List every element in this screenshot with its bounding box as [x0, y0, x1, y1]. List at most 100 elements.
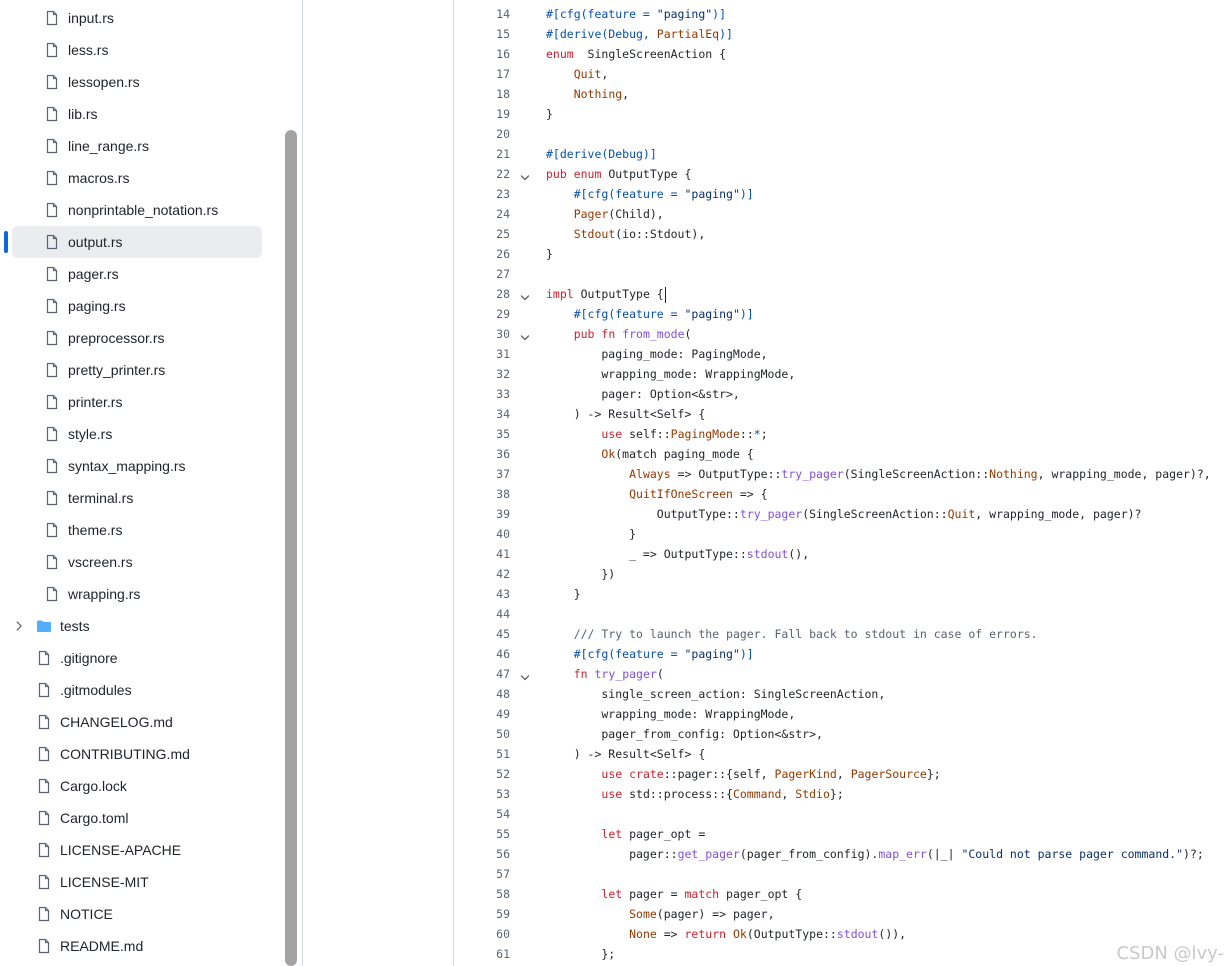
tree-file-input.rs[interactable]: input.rs — [0, 2, 280, 34]
tree-file-Cargo.toml[interactable]: Cargo.toml — [0, 802, 280, 834]
fold-chevron-down-icon[interactable] — [520, 669, 530, 681]
tree-file-pretty_printer.rs[interactable]: pretty_printer.rs — [0, 354, 280, 386]
tree-file-CONTRIBUTING.md[interactable]: CONTRIBUTING.md — [0, 738, 280, 770]
tree-file-nonprintable_notation.rs[interactable]: nonprintable_notation.rs — [0, 194, 280, 226]
line-number[interactable]: 23 — [454, 184, 510, 204]
tree-file-wrapping.rs[interactable]: wrapping.rs — [0, 578, 280, 610]
line-number[interactable]: 61 — [454, 944, 510, 964]
code-text: let pager = match pager_opt { — [546, 884, 802, 904]
line-number[interactable]: 32 — [454, 364, 510, 384]
line-number[interactable]: 47 — [454, 664, 510, 684]
code-token: (Child), — [608, 207, 664, 221]
line-number[interactable]: 45 — [454, 624, 510, 644]
tree-file-macros.rs[interactable]: macros.rs — [0, 162, 280, 194]
line-number[interactable]: 39 — [454, 504, 510, 524]
line-number[interactable]: 59 — [454, 904, 510, 924]
line-number[interactable]: 20 — [454, 124, 510, 144]
line-number[interactable]: 37 — [454, 464, 510, 484]
fold-chevron-down-icon[interactable] — [520, 289, 530, 301]
line-number[interactable]: 56 — [454, 844, 510, 864]
line-number[interactable]: 44 — [454, 604, 510, 624]
tree-file-LICENSE-MIT[interactable]: LICENSE-MIT — [0, 866, 280, 898]
code-text: ) -> Result<Self> { — [546, 744, 706, 764]
line-number[interactable]: 40 — [454, 524, 510, 544]
line-number[interactable]: 14 — [454, 4, 510, 24]
line-number[interactable]: 17 — [454, 64, 510, 84]
sidebar-scrollbar[interactable] — [285, 130, 297, 966]
line-number[interactable]: 26 — [454, 244, 510, 264]
line-number[interactable]: 41 — [454, 544, 510, 564]
tree-file-terminal.rs[interactable]: terminal.rs — [0, 482, 280, 514]
tree-file-less.rs[interactable]: less.rs — [0, 34, 280, 66]
line-number[interactable]: 50 — [454, 724, 510, 744]
tree-file-Cargo.lock[interactable]: Cargo.lock — [0, 770, 280, 802]
line-number[interactable]: 34 — [454, 404, 510, 424]
line-number[interactable]: 21 — [454, 144, 510, 164]
code-text: } — [546, 524, 636, 544]
tree-file-lib.rs[interactable]: lib.rs — [0, 98, 280, 130]
line-number[interactable]: 22 — [454, 164, 510, 184]
fold-chevron-down-icon[interactable] — [520, 169, 530, 181]
line-number[interactable]: 52 — [454, 764, 510, 784]
line-number[interactable]: 35 — [454, 424, 510, 444]
tree-file-theme.rs[interactable]: theme.rs — [0, 514, 280, 546]
chevron-right-icon[interactable] — [12, 619, 26, 633]
code-text: OutputType::try_pager(SingleScreenAction… — [546, 504, 1142, 524]
line-number[interactable]: 25 — [454, 224, 510, 244]
code-token: )] — [739, 307, 754, 321]
line-number[interactable]: 36 — [454, 444, 510, 464]
tree-file-README.md[interactable]: README.md — [0, 930, 280, 962]
tree-file-printer.rs[interactable]: printer.rs — [0, 386, 280, 418]
line-number[interactable]: 31 — [454, 344, 510, 364]
tree-file-paging.rs[interactable]: paging.rs — [0, 290, 280, 322]
code-token: (pager_from_config). — [739, 847, 879, 861]
line-number[interactable]: 43 — [454, 584, 510, 604]
tree-file-line_range.rs[interactable]: line_range.rs — [0, 130, 280, 162]
line-number[interactable]: 38 — [454, 484, 510, 504]
tree-item-label: LICENSE-APACHE — [60, 842, 182, 858]
line-number[interactable]: 48 — [454, 684, 510, 704]
tree-file-syntax_mapping.rs[interactable]: syntax_mapping.rs — [0, 450, 280, 482]
code-token: Ok — [601, 447, 616, 461]
line-number[interactable]: 55 — [454, 824, 510, 844]
line-number[interactable]: 19 — [454, 104, 510, 124]
code-token: None — [629, 927, 657, 941]
tree-file-LICENSE-APACHE[interactable]: LICENSE-APACHE — [0, 834, 280, 866]
line-number[interactable]: 58 — [454, 884, 510, 904]
line-number[interactable]: 46 — [454, 644, 510, 664]
line-number[interactable]: 27 — [454, 264, 510, 284]
line-number[interactable]: 15 — [454, 24, 510, 44]
line-number[interactable]: 49 — [454, 704, 510, 724]
tree-file-.gitignore[interactable]: .gitignore — [0, 642, 280, 674]
tree-file-output.rs[interactable]: output.rs — [0, 226, 280, 258]
code-line: 54 — [454, 804, 1228, 824]
line-number[interactable]: 54 — [454, 804, 510, 824]
code-token: Some — [629, 907, 657, 921]
tree-folder-tests[interactable]: tests — [0, 610, 280, 642]
line-number[interactable]: 42 — [454, 564, 510, 584]
fold-chevron-down-icon[interactable] — [520, 329, 530, 341]
code-token: stdout — [836, 927, 879, 941]
tree-file-CHANGELOG.md[interactable]: CHANGELOG.md — [0, 706, 280, 738]
tree-file-preprocessor.rs[interactable]: preprocessor.rs — [0, 322, 280, 354]
code-token: use — [601, 427, 623, 441]
tree-file-vscreen.rs[interactable]: vscreen.rs — [0, 546, 280, 578]
line-number[interactable]: 60 — [454, 924, 510, 944]
line-number[interactable]: 18 — [454, 84, 510, 104]
code-token: (|_| — [926, 847, 962, 861]
tree-file-NOTICE[interactable]: NOTICE — [0, 898, 280, 930]
line-number[interactable]: 53 — [454, 784, 510, 804]
line-number[interactable]: 28 — [454, 284, 510, 304]
line-number[interactable]: 57 — [454, 864, 510, 884]
line-number[interactable]: 51 — [454, 744, 510, 764]
line-number[interactable]: 33 — [454, 384, 510, 404]
tree-file-lessopen.rs[interactable]: lessopen.rs — [0, 66, 280, 98]
tree-file-.gitmodules[interactable]: .gitmodules — [0, 674, 280, 706]
tree-file-style.rs[interactable]: style.rs — [0, 418, 280, 450]
line-number[interactable]: 30 — [454, 324, 510, 344]
tree-file-pager.rs[interactable]: pager.rs — [0, 258, 280, 290]
line-number[interactable]: 29 — [454, 304, 510, 324]
line-number[interactable]: 24 — [454, 204, 510, 224]
line-number[interactable]: 16 — [454, 44, 510, 64]
